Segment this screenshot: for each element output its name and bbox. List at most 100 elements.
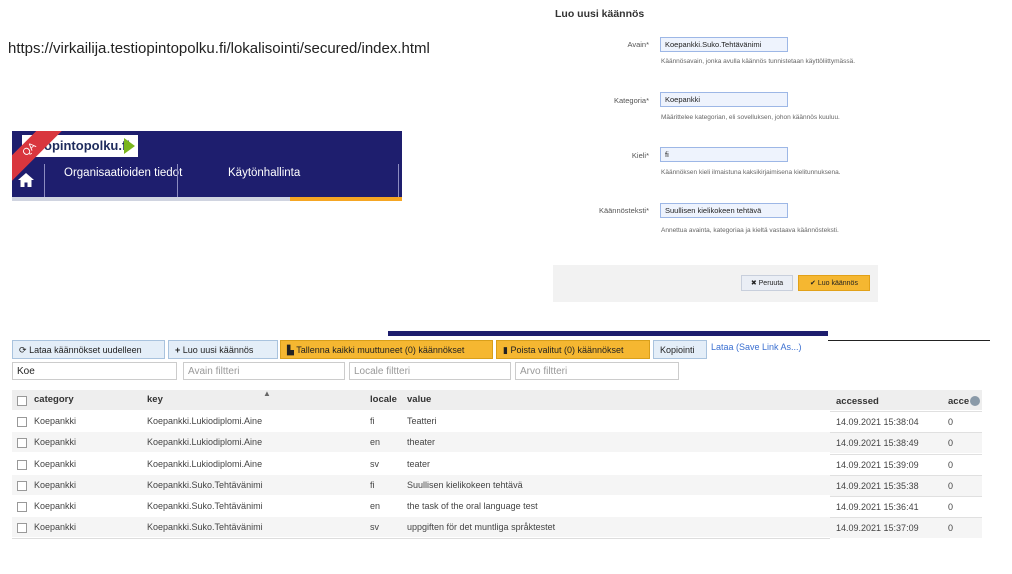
cell-locale: sv <box>370 459 379 469</box>
value-filter-input[interactable]: Arvo filtteri <box>515 362 679 380</box>
cell-category: Koepankki <box>34 459 77 469</box>
save-all-label: Tallenna kaikki muuttuneet (0) käännökse… <box>296 345 465 355</box>
create-translation-button[interactable]: ✔ Luo käännös <box>798 275 870 291</box>
table-row[interactable]: Koepankki Koepankki.Suko.Tehtävänimi sv … <box>12 517 830 537</box>
column-header-locale[interactable]: locale <box>370 394 397 405</box>
cell-key: Koepankki.Suko.Tehtävänimi <box>147 501 263 511</box>
table-row[interactable]: Koepankki Koepankki.Lukiodiplomi.Aine en… <box>12 432 830 452</box>
nav-divider <box>177 164 178 201</box>
row-checkbox[interactable] <box>17 481 27 491</box>
cell-category: Koepankki <box>34 480 77 490</box>
cell-accessed: 14.09.2021 15:35:38 <box>836 481 919 491</box>
app-banner: opintopolku.fi QA Organisaatioiden tiedo… <box>12 131 402 201</box>
delete-selected-button[interactable]: ▮ Poista valitut (0) käännökset <box>496 340 650 359</box>
reload-translations-button[interactable]: ⟳ Lataa käännökset uudelleen <box>12 340 165 359</box>
cell-category: Koepankki <box>34 522 77 532</box>
cell-acce: 0 <box>948 438 954 448</box>
divider-line <box>828 340 990 341</box>
table-row[interactable]: Koepankki Koepankki.Suko.Tehtävänimi en … <box>12 496 830 516</box>
select-all-checkbox[interactable] <box>17 396 27 406</box>
nav-divider <box>398 164 399 201</box>
cell-locale: en <box>370 437 381 447</box>
cell-locale: fi <box>370 416 375 426</box>
row-checkbox[interactable] <box>17 417 27 427</box>
key-input[interactable]: Koepankki.Suko.Tehtävänimi <box>660 37 788 52</box>
cell-key: Koepankki.Lukiodiplomi.Aine <box>147 459 263 469</box>
cell-category: Koepankki <box>34 501 77 511</box>
language-help: Käännöksen kieli ilmaistuna kaksikirjaim… <box>661 169 841 176</box>
key-filter-input[interactable]: Avain filtteri <box>183 362 345 380</box>
cell-acce: 0 <box>948 417 954 427</box>
table-row[interactable]: Koepankki Koepankki.Lukiodiplomi.Aine sv… <box>12 454 830 474</box>
table-row[interactable]: Koepankki Koepankki.Lukiodiplomi.Aine fi… <box>12 411 830 431</box>
header-strip <box>388 331 828 336</box>
cell-acce: 0 <box>948 460 954 470</box>
cell-acce: 0 <box>948 502 954 512</box>
create-translation-toolbar-button[interactable]: + Luo uusi käännös <box>168 340 278 359</box>
accessed-row: 14.09.2021 15:38:04 0 <box>830 411 982 432</box>
cell-category: Koepankki <box>34 437 77 447</box>
row-checkbox[interactable] <box>17 438 27 448</box>
accessed-row: 14.09.2021 15:39:09 0 <box>830 454 982 475</box>
trash-icon: ▮ <box>503 345 508 355</box>
cell-accessed: 14.09.2021 15:36:41 <box>836 502 919 512</box>
sort-ascending-icon: ▲ <box>263 389 271 398</box>
locale-filter-input[interactable]: Locale filtteri <box>349 362 511 380</box>
nav-divider <box>44 164 45 201</box>
refresh-icon: ⟳ <box>19 345 27 355</box>
translation-text-label: Käännösteksti* <box>598 206 649 215</box>
accessed-row: 14.09.2021 15:35:38 0 <box>830 475 982 496</box>
logo-arrow-icon <box>124 138 135 154</box>
translation-text-help: Annettua avainta, kategoriaa ja kieltä v… <box>661 227 839 234</box>
table-row[interactable]: Koepankki Koepankki.Suko.Tehtävänimi fi … <box>12 475 830 495</box>
accessed-row: 14.09.2021 15:36:41 0 <box>830 496 982 517</box>
accessed-header: accessed acce <box>830 390 982 410</box>
category-help: Määrittelee kategorian, eli sovelluksen,… <box>661 114 840 121</box>
category-input[interactable]: Koepankki <box>660 92 788 107</box>
cell-acce: 0 <box>948 523 954 533</box>
download-link[interactable]: Lataa (Save Link As...) <box>711 342 802 352</box>
nav-item-access-management[interactable]: Käytönhallinta <box>228 167 300 179</box>
column-header-category[interactable]: category <box>34 394 74 405</box>
category-filter-input[interactable]: Koe <box>12 362 177 380</box>
create-translation-toolbar-label: Luo uusi käännös <box>182 345 254 355</box>
row-checkbox[interactable] <box>17 460 27 470</box>
cell-value[interactable]: the task of the oral language test <box>407 501 538 511</box>
save-all-button[interactable]: ▙ Tallenna kaikki muuttuneet (0) käännök… <box>280 340 493 359</box>
home-icon[interactable] <box>18 173 34 187</box>
reload-translations-label: Lataa käännökset uudelleen <box>29 345 142 355</box>
cell-locale: en <box>370 501 381 511</box>
dialog-title: Luo uusi käännös <box>555 8 645 20</box>
cell-value[interactable]: Suullisen kielikokeen tehtävä <box>407 480 523 490</box>
row-checkbox[interactable] <box>17 523 27 533</box>
accessed-row: 14.09.2021 15:37:09 0 <box>830 517 982 538</box>
cell-key: Koepankki.Suko.Tehtävänimi <box>147 480 263 490</box>
column-header-accessed[interactable]: accessed <box>836 396 879 407</box>
language-input[interactable]: fi <box>660 147 788 162</box>
cell-accessed: 14.09.2021 15:37:09 <box>836 523 919 533</box>
cell-accessed: 14.09.2021 15:38:49 <box>836 438 919 448</box>
key-help: Käännösavain, jonka avulla käännös tunni… <box>661 58 856 65</box>
row-checkbox[interactable] <box>17 502 27 512</box>
column-header-value[interactable]: value <box>407 394 431 405</box>
cell-value[interactable]: uppgiften för det muntliga språktestet <box>407 522 555 532</box>
column-header-acce[interactable]: acce <box>948 396 969 407</box>
banner-active-indicator <box>290 197 402 201</box>
accessed-row: 14.09.2021 15:38:49 0 <box>830 432 982 453</box>
translation-text-input[interactable]: Suullisen kielikokeen tehtävä <box>660 203 788 218</box>
nav-item-organisations[interactable]: Organisaatioiden tiedot <box>64 167 182 179</box>
cell-accessed: 14.09.2021 15:39:09 <box>836 460 919 470</box>
cell-key: Koepankki.Lukiodiplomi.Aine <box>147 416 263 426</box>
column-header-key[interactable]: key <box>147 394 163 405</box>
save-icon: ▙ <box>287 345 294 355</box>
plus-icon: + <box>175 345 181 355</box>
cell-value[interactable]: teater <box>407 459 430 469</box>
language-label: Kieli* <box>631 151 649 160</box>
cell-value[interactable]: Teatteri <box>407 416 437 426</box>
column-menu-icon[interactable] <box>970 396 980 406</box>
cell-acce: 0 <box>948 481 954 491</box>
cancel-button[interactable]: ✖ Peruuta <box>741 275 793 291</box>
cell-key: Koepankki.Suko.Tehtävänimi <box>147 522 263 532</box>
cell-value[interactable]: theater <box>407 437 435 447</box>
copy-button[interactable]: Kopiointi <box>653 340 707 359</box>
